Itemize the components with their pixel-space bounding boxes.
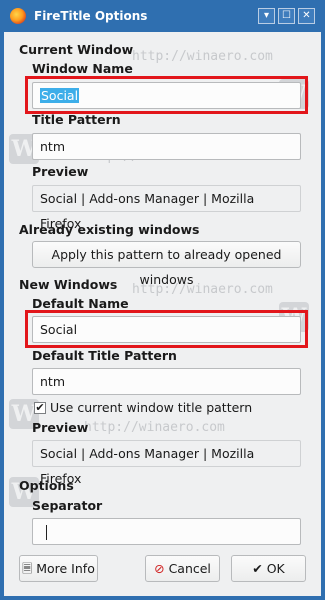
options-heading: Options (19, 478, 74, 493)
preview-value: Social | Add-ons Manager | Mozilla Firef… (32, 185, 301, 231)
title-bar[interactable]: FireTitle Options ▾ ☐ ✕ (4, 0, 321, 32)
dialog-body: http://winaero.com http://winaero.com ht… (4, 32, 321, 596)
check-icon: ✔ (252, 561, 263, 576)
firefox-icon (10, 8, 26, 24)
cancel-icon: ⊘ (154, 561, 165, 576)
more-info-button[interactable]: 🗏 More Info (19, 555, 98, 582)
window-name-value: Social (40, 88, 80, 103)
watermark: http://winaero.com (132, 49, 273, 64)
default-name-label: Default Name (32, 296, 129, 311)
more-info-label: More Info (36, 561, 95, 576)
new-preview-value: Social | Add-ons Manager | Mozilla Firef… (32, 440, 301, 486)
preview-label: Preview (32, 164, 89, 179)
use-current-pattern-checkbox[interactable]: ✔ (34, 402, 46, 414)
new-windows-heading: New Windows (19, 277, 118, 292)
ok-button[interactable]: ✔ OK (231, 555, 306, 582)
separator-label: Separator (32, 498, 103, 513)
minimize-icon[interactable]: ▾ (258, 8, 275, 24)
window-name-label: Window Name (32, 61, 133, 76)
close-icon[interactable]: ✕ (298, 8, 315, 24)
default-title-pattern-label: Default Title Pattern (32, 348, 177, 363)
title-pattern-input[interactable]: ntm (32, 133, 301, 160)
window-name-input[interactable]: Social (32, 82, 301, 109)
default-title-pattern-input[interactable]: ntm (32, 368, 301, 395)
window-controls: ▾ ☐ ✕ (258, 8, 315, 24)
apply-pattern-button[interactable]: Apply this pattern to already opened win… (32, 241, 301, 287)
watermark: http://winaero.com (84, 420, 225, 435)
cancel-button[interactable]: ⊘ Cancel (145, 555, 220, 582)
ok-label: OK (266, 561, 285, 576)
new-preview-label: Preview (32, 420, 89, 435)
existing-windows-heading: Already existing windows (19, 222, 200, 237)
default-name-input[interactable]: Social (32, 316, 301, 343)
window-title: FireTitle Options (34, 9, 148, 23)
maximize-icon[interactable]: ☐ (278, 8, 295, 24)
info-icon: 🗏 (22, 561, 33, 576)
separator-input[interactable] (32, 518, 301, 545)
cancel-label: Cancel (168, 561, 211, 576)
text-caret (46, 525, 47, 540)
title-pattern-label: Title Pattern (32, 112, 121, 127)
use-current-pattern-label: Use current window title pattern (50, 400, 253, 415)
dialog-window: FireTitle Options ▾ ☐ ✕ http://winaero.c… (0, 0, 325, 600)
current-window-heading: Current Window (19, 42, 134, 57)
